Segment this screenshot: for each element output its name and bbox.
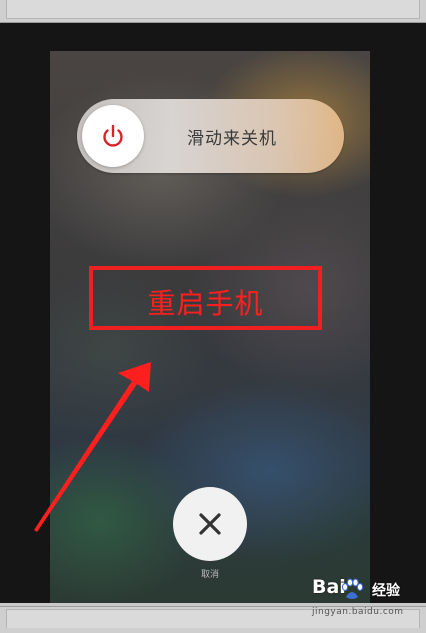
annotation-arrow — [34, 362, 151, 532]
watermark-brand-right: 经验 — [372, 583, 400, 599]
watermark-url: jingyan.baidu.com — [312, 607, 404, 617]
baidu-jingyan-watermark: Bai 经验 jingyan.baidu.com — [312, 576, 422, 626]
paw-logo-icon — [341, 578, 364, 599]
